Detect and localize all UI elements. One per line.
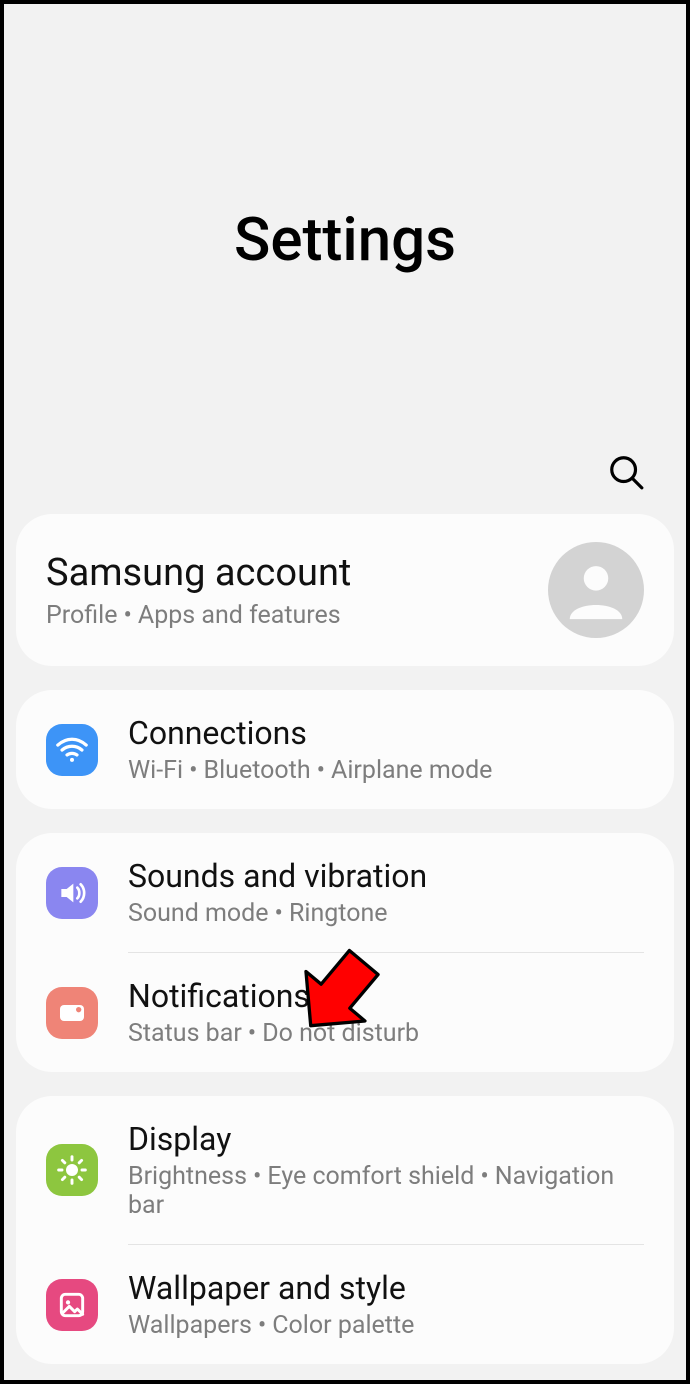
setting-title: Connections bbox=[128, 714, 644, 752]
notification-icon bbox=[46, 987, 98, 1039]
hero-area: Settings bbox=[4, 4, 686, 514]
account-card: Samsung account Profile•Apps and feature… bbox=[16, 514, 674, 666]
setting-subtitle: Brightness•Eye comfort shield•Navigation… bbox=[128, 1162, 644, 1220]
page-title: Settings bbox=[234, 204, 456, 275]
settings-row-wallpaper[interactable]: Wallpaper and style Wallpapers•Color pal… bbox=[16, 1245, 674, 1364]
setting-title: Wallpaper and style bbox=[128, 1269, 644, 1307]
samsung-account-row[interactable]: Samsung account Profile•Apps and feature… bbox=[16, 514, 674, 666]
setting-subtitle: Status bar•Do not disturb bbox=[128, 1019, 644, 1048]
setting-title: Display bbox=[128, 1120, 644, 1158]
setting-subtitle: Sound mode•Ringtone bbox=[128, 899, 644, 928]
wifi-icon bbox=[46, 724, 98, 776]
settings-group-display: Display Brightness•Eye comfort shield•Na… bbox=[16, 1096, 674, 1364]
person-icon bbox=[561, 555, 631, 625]
account-subtitle: Profile•Apps and features bbox=[46, 601, 548, 630]
avatar[interactable] bbox=[548, 542, 644, 638]
settings-row-connections[interactable]: Connections Wi-Fi•Bluetooth•Airplane mod… bbox=[16, 690, 674, 809]
settings-group-connections: Connections Wi-Fi•Bluetooth•Airplane mod… bbox=[16, 690, 674, 809]
settings-row-display[interactable]: Display Brightness•Eye comfort shield•Na… bbox=[16, 1096, 674, 1244]
setting-subtitle: Wallpapers•Color palette bbox=[128, 1311, 644, 1340]
setting-title: Notifications bbox=[128, 977, 644, 1015]
setting-subtitle: Wi-Fi•Bluetooth•Airplane mode bbox=[128, 756, 644, 785]
wallpaper-icon bbox=[46, 1279, 98, 1331]
search-button[interactable] bbox=[604, 450, 648, 494]
search-icon bbox=[607, 453, 645, 491]
setting-title: Sounds and vibration bbox=[128, 857, 644, 895]
display-icon bbox=[46, 1144, 98, 1196]
settings-row-notifications[interactable]: Notifications Status bar•Do not disturb bbox=[16, 953, 674, 1072]
settings-group-sound-notif: Sounds and vibration Sound mode•Ringtone… bbox=[16, 833, 674, 1072]
account-title: Samsung account bbox=[46, 551, 548, 595]
settings-row-sounds[interactable]: Sounds and vibration Sound mode•Ringtone bbox=[16, 833, 674, 952]
sound-icon bbox=[46, 867, 98, 919]
settings-list: Samsung account Profile•Apps and feature… bbox=[4, 514, 686, 1364]
